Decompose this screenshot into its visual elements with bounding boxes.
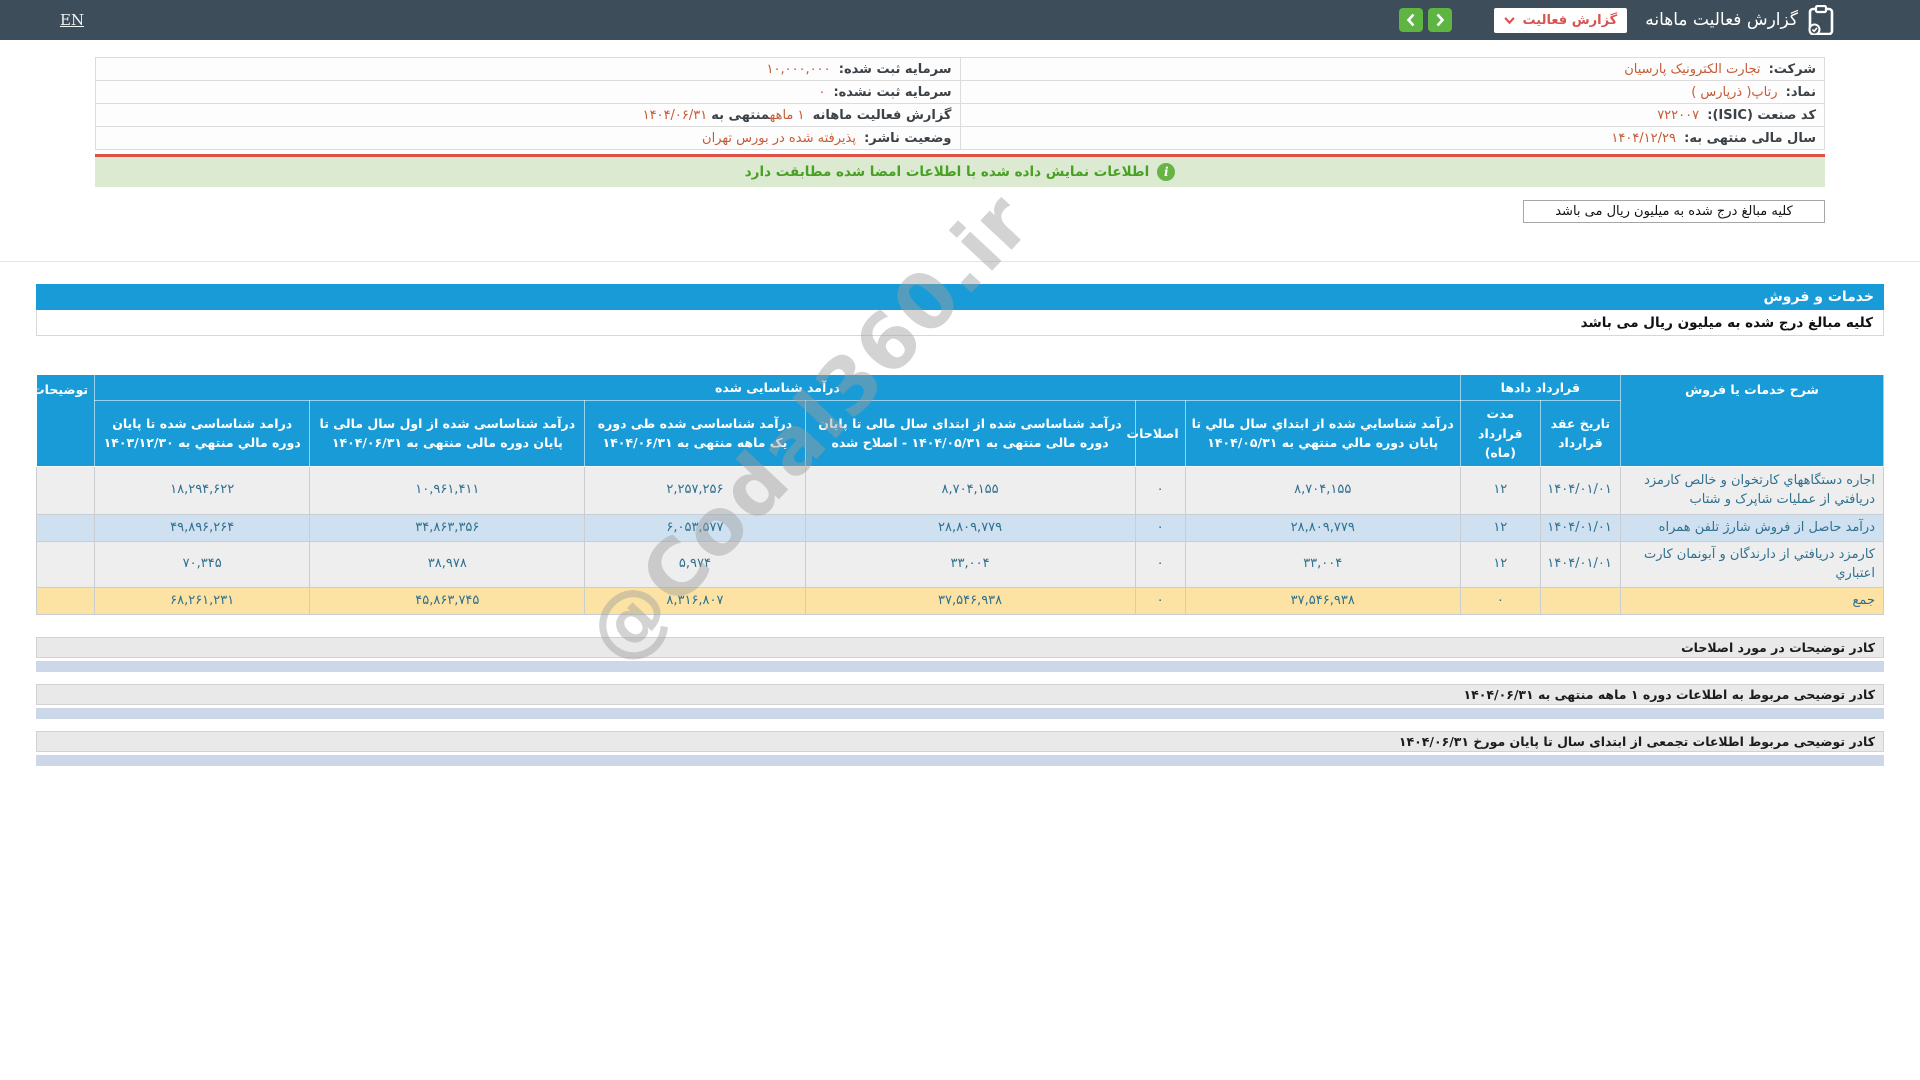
section-amounts-note: کلیه مبالغ درج شده به میلیون ریال می باش…: [36, 310, 1884, 336]
col-header-notes: توضیحات: [32, 374, 96, 467]
table-row-total: جمع ۰ ۳۷,۵۴۶,۹۳۸ ۰ ۳۷,۵۴۶,۹۳۸ ۸,۳۱۶,۸۰۷ …: [35, 586, 1885, 615]
report-type-label: گزارش فعالیت: [1522, 12, 1618, 28]
symbol-label: نماد:: [1785, 84, 1816, 100]
info-row: شرکت: تجارت الکترونیک پارسیان سرمایه ثبت…: [95, 57, 1825, 81]
clipboard-check-icon: [1808, 5, 1834, 35]
footer-input-monthly[interactable]: [36, 707, 1884, 719]
isic-value: ۷۲۲۰۰۷: [1657, 107, 1700, 123]
col-group-revenue: درآمد شناسایی شده: [94, 373, 1461, 402]
issuer-status-value: پذیرفته شده در بورس تهران: [702, 130, 856, 146]
fiscal-year-value: ۱۴۰۴/۱۲/۲۹: [1611, 130, 1676, 146]
col-header-adjustments: اصلاحات: [1127, 400, 1186, 467]
unregistered-capital-label: سرمایه ثبت نشده:: [833, 84, 952, 100]
chevron-down-icon: [1503, 16, 1515, 24]
col-header-rev-ytd: درآمد شناساسی شده از اول سال مالی تا پای…: [309, 400, 586, 467]
table-row-mobile-topup: درآمد حاصل از فروش شارژ تلفن همراه ۱۴۰۴/…: [35, 513, 1885, 542]
col-group-contract: قرارداد دادها: [1459, 373, 1621, 402]
info-row: سال مالی منتهی به: ۱۴۰۴/۱۲/۲۹ وضعیت ناشر…: [95, 126, 1825, 150]
footer-group-adjustments: کادر توضیحات در مورد اصلاحات: [36, 636, 1884, 672]
footer-bar-monthly: کادر توضیحی مربوط به اطلاعات دوره ۱ ماهه…: [36, 683, 1884, 705]
page-title: گزارش فعالیت ماهانه: [1645, 10, 1798, 30]
table-group-header-row: شرح خدمات یا فروش قرارداد دادها درآمد شن…: [32, 373, 1885, 467]
info-row: نماد: رتاپ( ذرپارس ) سرمایه ثبت نشده: ۰: [95, 80, 1825, 104]
col-header-rev-to-0531-adjusted: درآمد شناساسی شده از ابتدای سال مالی تا …: [804, 400, 1136, 467]
signature-match-text: اطلاعات نمایش داده شده با اطلاعات امضا ش…: [744, 164, 1150, 180]
fiscal-year-label: سال مالی منتهی به:: [1684, 130, 1816, 146]
registered-capital-label: سرمایه ثبت شده:: [838, 61, 952, 77]
report-nav: [1398, 8, 1452, 32]
table-row-pos-rental: اجاره دستگاههاي کارتخوان و خالص کارمزد د…: [35, 465, 1885, 515]
issuer-status-label: وضعیت ناشر:: [864, 130, 952, 146]
table-sub-header-row: تاریخ عقد قرارداد مدت قرارداد (ماه) درآم…: [37, 400, 1884, 467]
signature-match-banner: i اطلاعات نمایش داده شده با اطلاعات امضا…: [95, 157, 1825, 187]
report-period-highlight: ۱ ماهه: [769, 107, 805, 123]
monthly-activity-report-page: گزارش فعالیت ماهانه گزارش فعالیت EN شرکت…: [0, 0, 1920, 1080]
report-period-date: ۱۴۰۴/۰۶/۳۱: [642, 107, 708, 123]
col-header-description: شرح خدمات یا فروش: [1619, 374, 1885, 467]
language-switch-en[interactable]: EN: [60, 11, 84, 29]
prev-report-button[interactable]: [1398, 8, 1423, 32]
section-divider: [0, 261, 1920, 262]
amounts-unit-note-box: کلیه مبالغ درج شده به میلیون ریال می باش…: [1523, 200, 1825, 223]
col-header-rev-prev-year: درامد شناساسی شده تا پایان دوره مالي منت…: [94, 400, 311, 467]
footer-group-cumulative: کادر توضیحی مربوط اطلاعات تجمعی از ابتدا…: [36, 730, 1884, 766]
registered-capital-value: ۱۰,۰۰۰,۰۰۰: [766, 61, 831, 77]
col-header-rev-to-0531: درآمد شناسايي شده از ابتداي سال مالي تا …: [1184, 400, 1461, 467]
info-icon: i: [1157, 163, 1176, 181]
company-info-table: شرکت: تجارت الکترونیک پارسیان سرمایه ثبت…: [95, 57, 1825, 150]
isic-label: کد صنعت (ISIC):: [1707, 107, 1816, 123]
col-header-rev-month: درآمد شناساسی شده طی دوره یک ماهه منتهی …: [584, 400, 806, 467]
unregistered-capital-value: ۰: [818, 84, 826, 100]
next-report-button[interactable]: [1427, 8, 1452, 32]
footer-input-cumulative[interactable]: [36, 754, 1884, 766]
report-period-prefix: گزارش فعالیت ماهانه: [812, 107, 952, 123]
symbol-value: رتاپ( ذرپارس ): [1691, 84, 1778, 100]
topbar: گزارش فعالیت ماهانه گزارش فعالیت EN: [0, 0, 1920, 40]
report-period-mid: منتهی به: [711, 107, 770, 123]
chevron-right-icon: [1436, 13, 1444, 27]
chevron-left-icon: [1406, 13, 1414, 27]
footer-bar-adjustments: کادر توضیحات در مورد اصلاحات: [36, 636, 1884, 658]
footer-bar-cumulative: کادر توضیحی مربوط اطلاعات تجمعی از ابتدا…: [36, 730, 1884, 752]
services-sales-table: شرح خدمات یا فروش قرارداد دادها درآمد شن…: [32, 373, 1885, 615]
table-row-credit-card-fees: کارمزد دریافتي از دارندگان و آبونمان کار…: [35, 540, 1885, 588]
footer-input-adjustments[interactable]: [36, 660, 1884, 672]
col-header-contract-date: تاریخ عقد قرارداد: [1539, 400, 1621, 467]
section-header-services-sales: خدمات و فروش: [36, 284, 1884, 310]
report-type-dropdown[interactable]: گزارش فعالیت: [1493, 7, 1628, 33]
company-label: شرکت:: [1768, 61, 1816, 77]
footer-group-monthly: کادر توضیحی مربوط به اطلاعات دوره ۱ ماهه…: [36, 683, 1884, 719]
info-row: کد صنعت (ISIC): ۷۲۲۰۰۷ گزارش فعالیت ماها…: [95, 103, 1825, 127]
col-header-contract-duration: مدت قرارداد (ماه): [1459, 400, 1541, 467]
company-value: تجارت الکترونیک پارسیان: [1624, 61, 1761, 77]
